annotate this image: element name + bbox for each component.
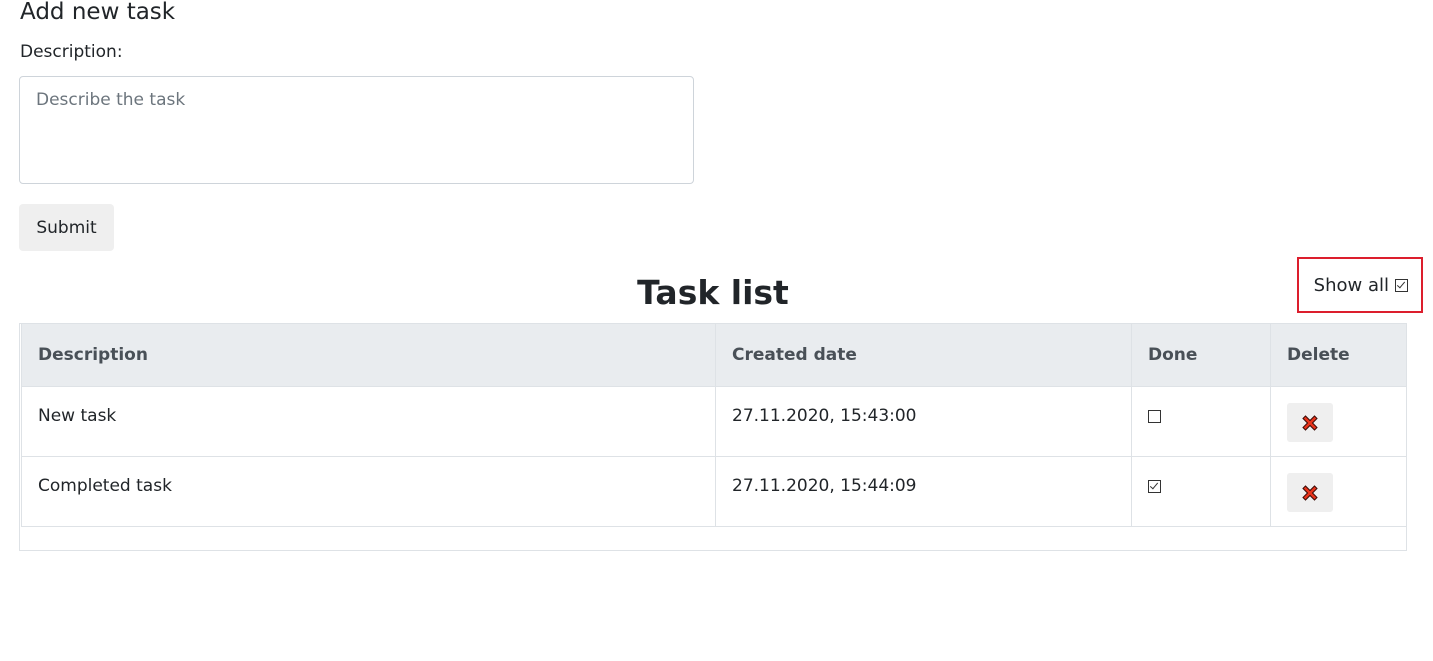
column-header-done: Done	[1131, 324, 1271, 387]
column-header-delete: Delete	[1270, 324, 1407, 387]
column-header-description: Description	[21, 324, 716, 387]
task-delete-cell	[1270, 386, 1407, 457]
red-x-icon	[1302, 484, 1318, 501]
task-table-container: Description Created date Done Delete New…	[19, 323, 1407, 551]
task-description: Completed task	[21, 456, 716, 527]
task-done-checkbox[interactable]	[1148, 480, 1161, 493]
task-table: Description Created date Done Delete New…	[21, 324, 1407, 527]
delete-task-button[interactable]	[1287, 473, 1333, 512]
show-all-toggle[interactable]: Show all	[1297, 257, 1423, 313]
task-delete-cell	[1270, 456, 1407, 527]
table-header-row: Description Created date Done Delete	[21, 324, 1407, 387]
task-done-cell	[1131, 456, 1271, 527]
submit-button[interactable]: Submit	[19, 204, 114, 251]
page: Add new task Description: Submit Task li…	[0, 0, 1433, 661]
description-label: Description:	[20, 42, 123, 62]
show-all-checkbox[interactable]	[1395, 278, 1408, 292]
add-task-heading: Add new task	[20, 0, 176, 25]
task-done-checkbox[interactable]	[1148, 410, 1161, 423]
task-description: New task	[21, 386, 716, 457]
task-done-cell	[1131, 386, 1271, 457]
column-header-created-date: Created date	[715, 324, 1132, 387]
task-created-date: 27.11.2020, 15:44:09	[715, 456, 1132, 527]
table-row: Completed task 27.11.2020, 15:44:09	[21, 456, 1407, 527]
task-created-date: 27.11.2020, 15:43:00	[715, 386, 1132, 457]
task-list-heading: Task list	[637, 273, 789, 312]
table-row: New task 27.11.2020, 15:43:00	[21, 386, 1407, 457]
red-x-icon	[1302, 414, 1318, 431]
description-input[interactable]	[19, 76, 694, 184]
delete-task-button[interactable]	[1287, 403, 1333, 442]
show-all-label: Show all	[1313, 274, 1389, 296]
